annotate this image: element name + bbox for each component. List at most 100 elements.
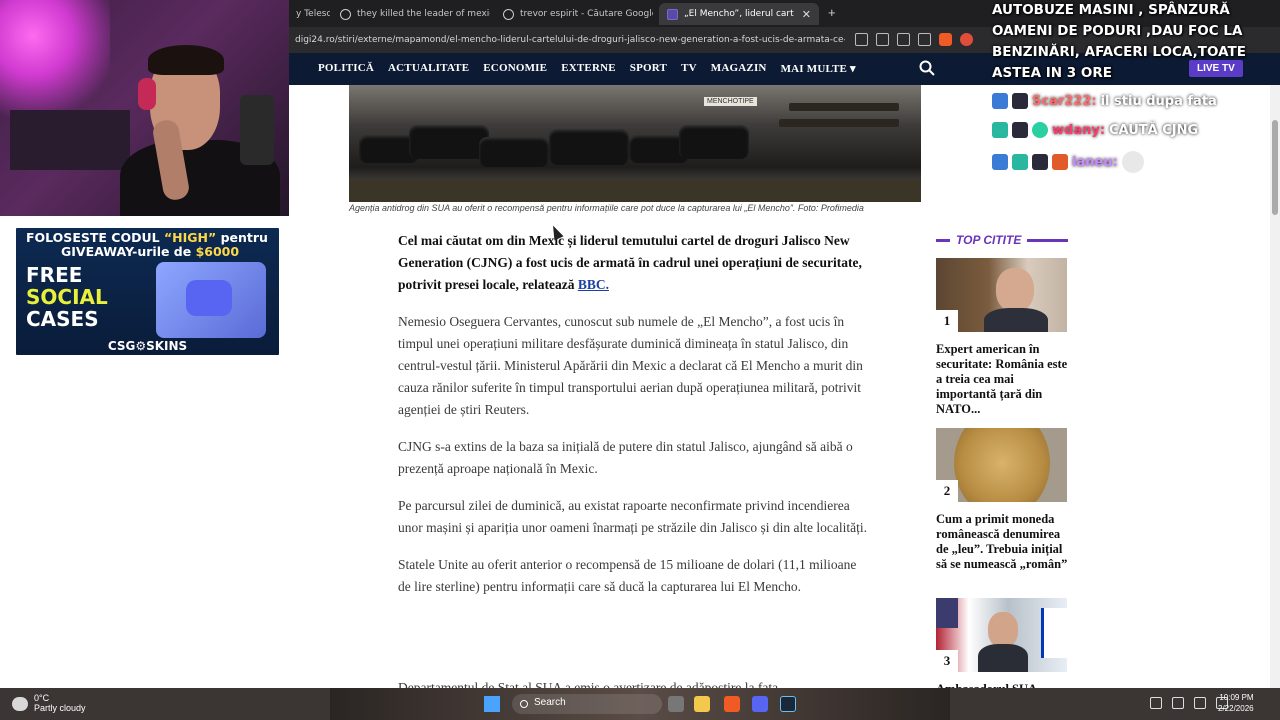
tab-label: „El Mencho”, liderul cartelului de — [684, 9, 794, 19]
bbc-link[interactable]: BBC. — [578, 277, 609, 292]
badge-icon — [1052, 154, 1068, 170]
wifi-icon[interactable] — [1150, 697, 1162, 709]
top-card-1[interactable]: 1 Expert american în securitate: România… — [936, 258, 1068, 417]
card-thumbnail[interactable]: 2 — [936, 428, 1067, 502]
us-flag — [936, 598, 958, 628]
taskbar-clock[interactable]: 10:09 PM 2/22/2026 — [1218, 692, 1254, 714]
person-face — [996, 268, 1034, 312]
tab-search-trevor[interactable]: trevor espirit - Căutare Google — [495, 3, 653, 25]
badge-icon — [1012, 154, 1028, 170]
translate-icon[interactable] — [855, 33, 868, 46]
rewards-icon[interactable] — [960, 33, 973, 46]
top-card-2[interactable]: 2 Cum a primit moneda românească denumir… — [936, 428, 1068, 572]
weather-widget[interactable]: 0°C Partly cloudy — [12, 693, 86, 713]
search-icon — [520, 700, 528, 708]
chat-username: ianeu: — [1072, 154, 1118, 170]
evidence-bag — [479, 137, 549, 167]
rifle — [779, 119, 899, 127]
card-title[interactable]: Expert american în securitate: România e… — [936, 342, 1068, 417]
emote-icon — [1121, 151, 1144, 173]
network-icon[interactable] — [1194, 697, 1206, 709]
ad-text: pentru — [220, 230, 268, 245]
stream-alert-banner: AUTOBUZE MASINI , SPÂNZURĂ OAMENI DE POD… — [992, 2, 1246, 81]
google-icon — [340, 8, 351, 20]
top-card-3[interactable]: 3 Ambasadorul SUA — [936, 598, 1068, 697]
nav-sport[interactable]: SPORT — [630, 62, 667, 75]
shelf — [10, 110, 130, 170]
nav-externe[interactable]: EXTERNE — [561, 62, 616, 75]
url-input[interactable]: digi24.ro/stiri/externe/mapamond/el-menc… — [295, 35, 845, 45]
clock-date: 2/22/2026 — [1218, 704, 1254, 713]
ad-brand: CSG⚙SKINS — [107, 339, 188, 353]
tab-telescope[interactable]: y Telesco — [288, 3, 330, 25]
nav-economie[interactable]: ECONOMIE — [483, 62, 547, 75]
card-thumbnail[interactable]: 3 — [936, 598, 1067, 672]
rank-number: 1 — [936, 310, 958, 332]
mic-icon[interactable] — [1172, 697, 1184, 709]
chat-username: wdany: — [1052, 122, 1106, 138]
steam-icon[interactable] — [780, 696, 796, 712]
case-image — [156, 262, 266, 338]
coin-image — [954, 428, 1050, 502]
neon-light — [0, 0, 110, 120]
card-thumbnail[interactable]: 1 — [936, 258, 1067, 332]
close-tab-icon[interactable]: ✕ — [802, 8, 811, 21]
badge-icon — [1032, 122, 1048, 138]
streamer-webcam — [0, 0, 289, 216]
discord-icon[interactable] — [752, 696, 768, 712]
windows-start-icon[interactable] — [484, 696, 500, 712]
article-lead: Cel mai căutat om din Mexic și liderul t… — [398, 230, 870, 296]
streamer-hair — [148, 45, 224, 75]
top-citite-label: TOP CITITE — [956, 233, 1022, 247]
zoom-icon[interactable] — [876, 33, 889, 46]
article-hero-image: MENCHOTIPE — [349, 85, 921, 202]
nav-politica[interactable]: POLITICĂ — [318, 62, 374, 75]
nav-magazin[interactable]: MAGAZIN — [711, 62, 767, 75]
discord-icon — [186, 280, 232, 316]
tab-label: y Telesco — [296, 9, 330, 19]
ad-line-2: GIVEAWAY-urile de $6000 — [61, 244, 239, 259]
system-tray — [1150, 697, 1228, 709]
person-face — [988, 612, 1018, 648]
paragraph: CJNG s-a extins de la baza sa inițială d… — [398, 439, 853, 476]
search-icon[interactable] — [919, 60, 935, 76]
headset-icon — [138, 78, 156, 110]
brave-icon[interactable] — [724, 696, 740, 712]
new-tab-icon[interactable]: + — [828, 5, 836, 20]
nav-mai-multe[interactable]: MAI MULTE ▾ — [781, 62, 856, 75]
badge-icon — [1012, 122, 1028, 138]
task-view-icon[interactable] — [668, 696, 684, 712]
microphone-icon — [240, 95, 274, 165]
evidence-bag — [409, 125, 489, 159]
heading-bar — [1027, 238, 1068, 242]
ad-text: FOLOSESTE CODUL — [26, 230, 160, 245]
tab-el-mencho[interactable]: „El Mencho”, liderul cartelului de ✕ — [659, 3, 819, 25]
file-explorer-icon[interactable] — [694, 696, 710, 712]
badge-icon — [992, 154, 1008, 170]
nav-mai-multe-label: MAI MULTE — [780, 63, 848, 75]
tab-label: trevor espirit - Căutare Google — [520, 9, 653, 19]
nav-actualitate[interactable]: ACTUALITATE — [388, 62, 469, 75]
sponsor-ad[interactable]: FOLOSESTE CODUL “HIGH” pentru GIVEAWAY-u… — [16, 228, 279, 355]
chat-message: ianeu: — [992, 151, 1144, 173]
ad-code: “HIGH” — [163, 230, 217, 245]
ad-text: GIVEAWAY-urile de — [61, 244, 192, 259]
badge-icon — [992, 122, 1008, 138]
scrollbar-thumb[interactable] — [1272, 120, 1278, 215]
nav-tv[interactable]: TV — [681, 62, 697, 75]
ad-amount: $6000 — [195, 244, 240, 259]
top-citite-heading: TOP CITITE — [936, 233, 1068, 247]
share-icon[interactable] — [918, 33, 931, 46]
google-icon — [503, 8, 514, 20]
brave-shield-icon[interactable] — [939, 33, 952, 46]
reader-icon[interactable] — [897, 33, 910, 46]
taskbar-search[interactable]: Search — [512, 694, 662, 714]
tab-search-mexico[interactable]: they killed the leader of mexico carte — [332, 3, 490, 25]
rifle — [789, 103, 899, 111]
windows-taskbar: 0°C Partly cloudy Search 10:09 PM 2/22/2… — [0, 688, 1280, 720]
heading-bar — [936, 238, 950, 242]
rank-number: 2 — [936, 480, 958, 502]
card-title[interactable]: Cum a primit moneda românească denumirea… — [936, 512, 1068, 572]
ad-social: SOCIAL — [26, 285, 108, 309]
paragraph: Pe parcursul zilei de duminică, au exist… — [398, 498, 867, 535]
